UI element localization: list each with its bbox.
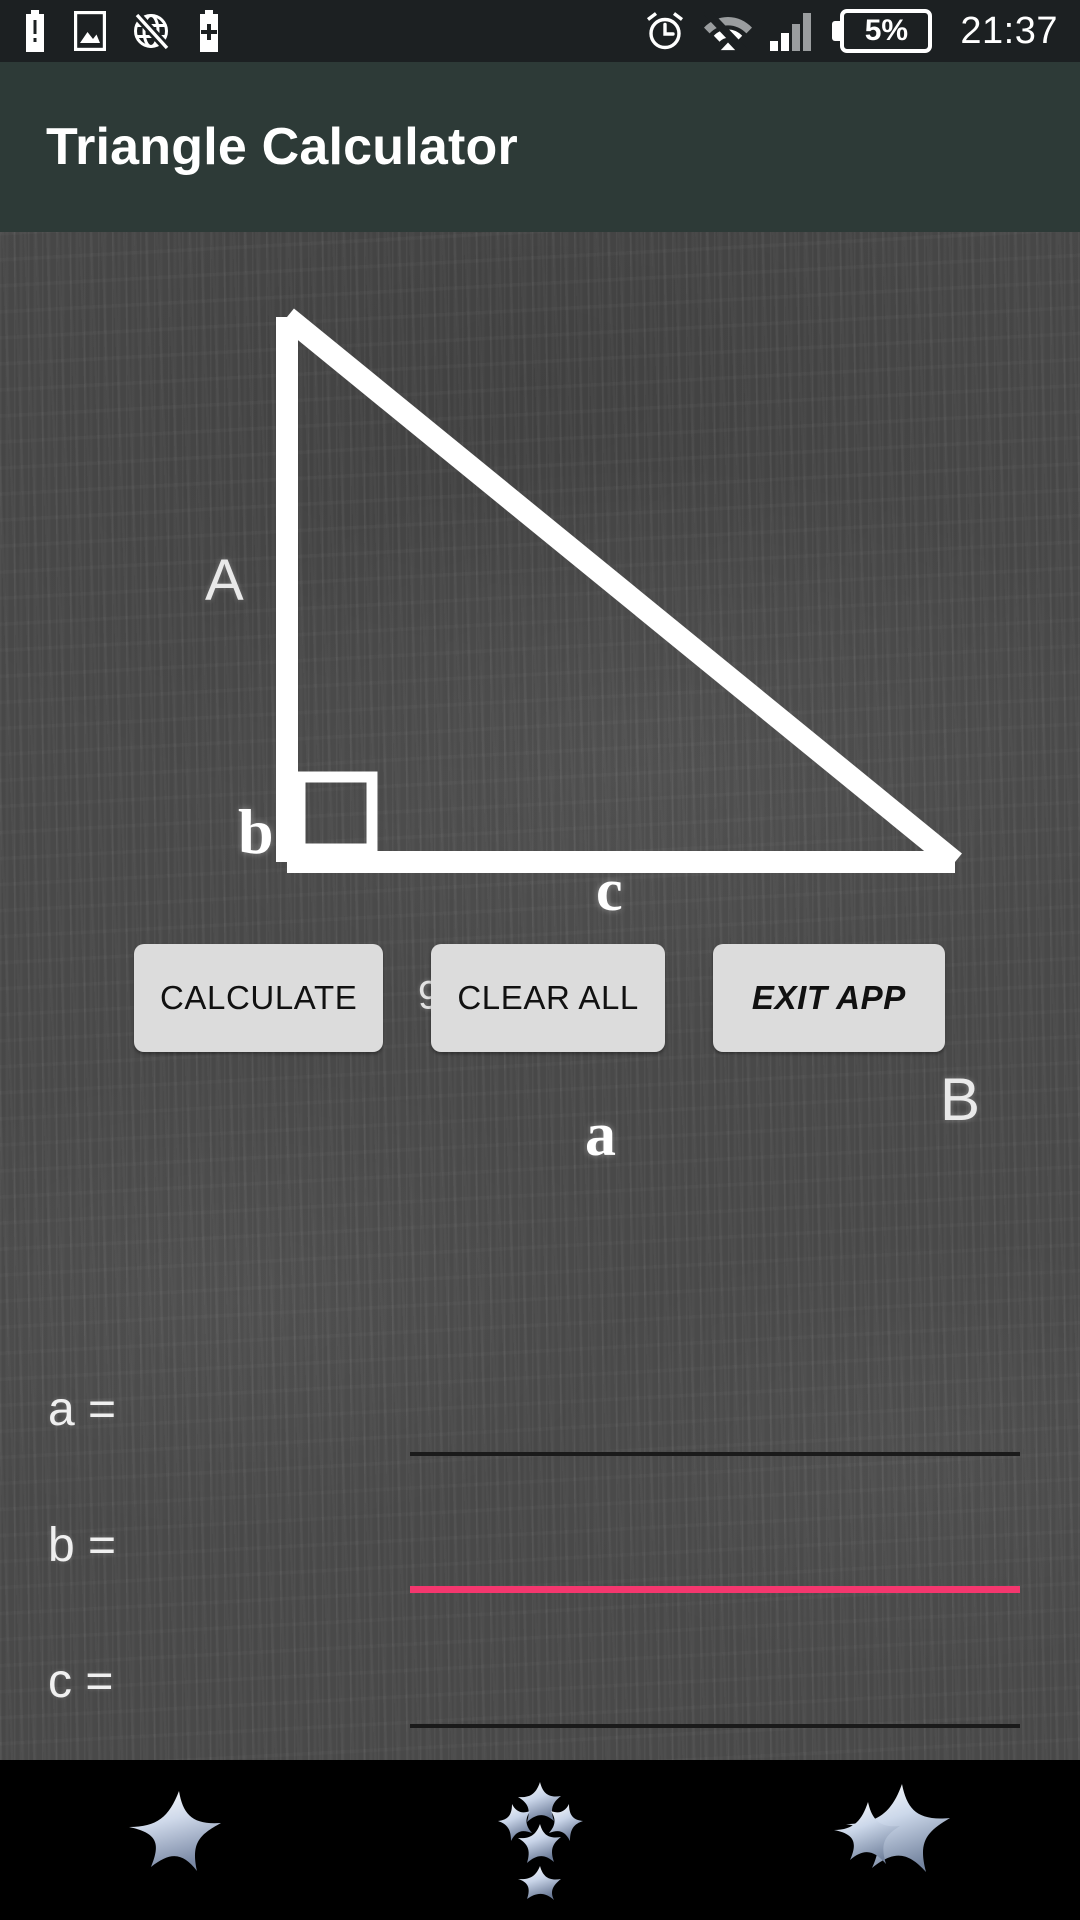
vertex-label-b: B (940, 1066, 981, 1133)
side-label-a: a (585, 1101, 616, 1169)
side-label-b: b (238, 796, 274, 867)
status-bar-right-icons: 5% 21:37 (644, 9, 1080, 53)
field-b-input[interactable] (410, 1520, 1020, 1590)
calculate-button[interactable]: CALCULATE (134, 944, 384, 1052)
field-row-c: c = (0, 1614, 1080, 1750)
status-bar-clock: 21:37 (960, 9, 1058, 52)
field-label-b: b = (48, 1519, 117, 1572)
nav-home-starball-icon[interactable] (440, 1760, 640, 1920)
field-label-c: c = (48, 1655, 114, 1708)
exit-app-button[interactable]: EXIT APP (712, 944, 945, 1052)
field-row-a: a = (0, 1342, 1080, 1478)
field-label-a: a = (48, 1383, 117, 1436)
field-a-input[interactable] (410, 1384, 1020, 1454)
side-label-c: c (596, 857, 623, 923)
field-input-wrap-b (410, 1478, 1020, 1614)
image-icon (74, 11, 106, 51)
action-bar: Triangle Calculator (0, 62, 1080, 232)
battery-status-indicator: 5% (832, 9, 933, 53)
star-cluster-glyph (834, 1784, 950, 1872)
starball-glyph (498, 1782, 583, 1900)
battery-percent-text: 5% (864, 14, 909, 47)
star-glyph (129, 1791, 221, 1871)
cellular-signal-icon (770, 13, 812, 51)
field-row-b: b = (0, 1478, 1080, 1614)
right-triangle-diagram (276, 308, 962, 873)
battery-body: 5% (840, 9, 933, 53)
chalkboard-content: A B b c a 90o CALCULATE CLEAR ALL EXIT A… (0, 232, 1080, 1760)
status-bar-left-icons (0, 10, 222, 52)
clear-all-button[interactable]: CLEAR ALL (431, 944, 665, 1052)
battery-plus-icon (200, 10, 218, 52)
alarm-icon (647, 12, 684, 50)
nav-back-star-icon[interactable] (80, 1760, 280, 1920)
status-bar: 5% 21:37 (0, 0, 1080, 62)
action-button-row: CALCULATE CLEAR ALL EXIT APP (0, 944, 1080, 1052)
navigation-bar (0, 1760, 1080, 1920)
app-screen: 5% 21:37 Triangle Calculator A B b c a C… (0, 0, 1080, 1920)
battery-alert-icon (26, 10, 44, 52)
app-title: Triangle Calculator (46, 118, 518, 176)
field-c-input[interactable] (410, 1656, 1020, 1726)
triangle-input-form: a = b = c = (0, 1342, 1080, 1760)
wifi-off-icon (704, 11, 753, 51)
vertex-label-a: A (205, 548, 244, 613)
field-b-underline (410, 1586, 1020, 1593)
nav-recents-star-icon[interactable] (800, 1760, 1000, 1920)
field-input-wrap-angle-a (410, 1750, 1020, 1760)
field-c-underline (410, 1724, 1020, 1728)
field-input-wrap-c (410, 1614, 1020, 1750)
field-row-angle-a: Angle A = (0, 1750, 1080, 1760)
field-a-underline (410, 1452, 1020, 1456)
field-input-wrap-a (410, 1342, 1020, 1478)
no-internet-icon (133, 11, 170, 51)
